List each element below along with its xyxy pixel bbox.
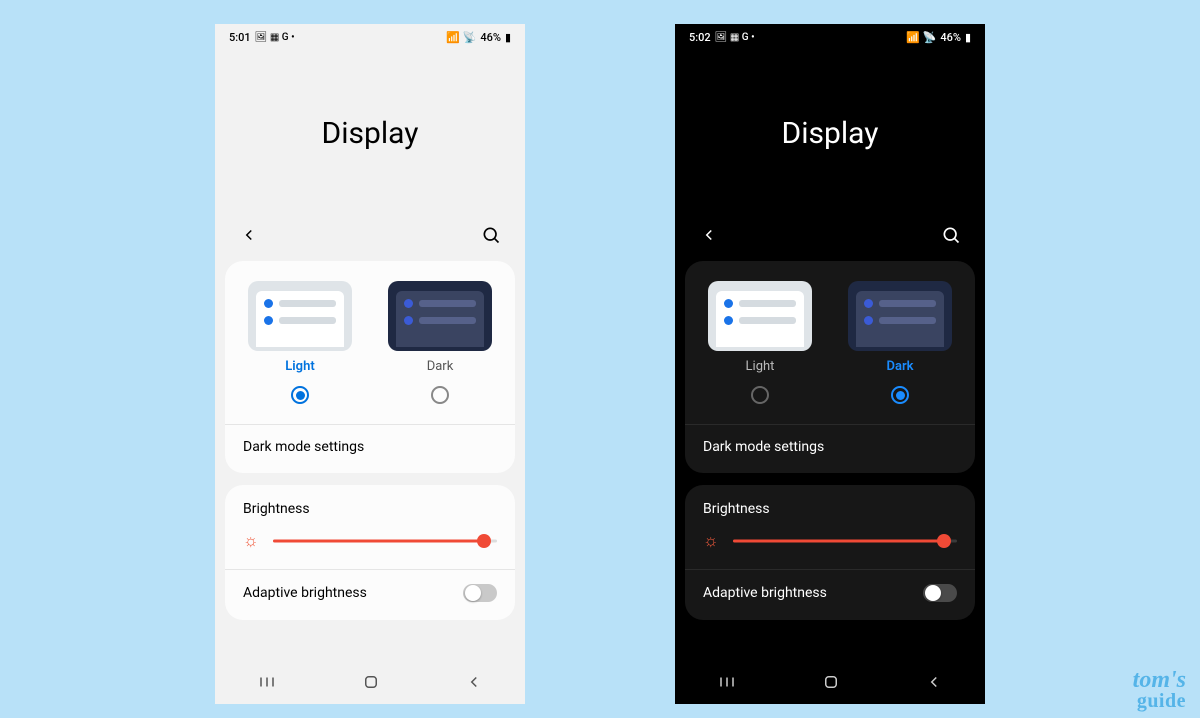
theme-option-dark[interactable]: Dark	[845, 281, 955, 404]
theme-thumb-dark	[388, 281, 492, 351]
adaptive-brightness-toggle[interactable]	[463, 584, 497, 602]
brightness-slider[interactable]	[273, 531, 497, 551]
status-bar: 5:02 🖼 ▦ G • 📶 📡 46% ▮	[675, 24, 985, 46]
nav-back[interactable]	[465, 673, 483, 695]
status-right-icons: 📶 📡	[906, 31, 936, 44]
page-title: Display	[322, 116, 419, 151]
dark-mode-settings-link[interactable]: Dark mode settings	[701, 425, 959, 457]
theme-label: Light	[746, 359, 775, 374]
theme-label: Light	[285, 359, 314, 374]
brightness-fill	[733, 540, 944, 543]
radio-dark[interactable]	[431, 386, 449, 404]
status-battery: 46%	[940, 31, 961, 44]
search-icon	[481, 225, 501, 245]
appbar	[675, 221, 985, 261]
home-icon	[822, 673, 840, 691]
brightness-label: Brightness	[701, 501, 959, 531]
brightness-card: Brightness ☼ Adaptive brightness	[685, 485, 975, 620]
recents-icon	[717, 673, 737, 691]
theme-card: Light Dark Dark mode settings	[225, 261, 515, 473]
search-button[interactable]	[939, 223, 963, 247]
sun-icon: ☼	[243, 533, 259, 550]
battery-icon: ▮	[505, 31, 511, 44]
back-icon	[465, 673, 483, 691]
nav-back[interactable]	[925, 673, 943, 695]
search-button[interactable]	[479, 223, 503, 247]
radio-dark[interactable]	[891, 386, 909, 404]
dark-mode-settings-link[interactable]: Dark mode settings	[241, 425, 499, 457]
theme-thumb-dark	[848, 281, 952, 351]
status-time: 5:01	[229, 31, 251, 44]
sun-icon: ☼	[703, 533, 719, 550]
watermark: tom's guide	[1133, 670, 1186, 710]
status-left-icons: 🖼 ▦ G •	[255, 32, 295, 43]
nav-home[interactable]	[822, 673, 840, 695]
hero: Display	[215, 46, 525, 221]
hero: Display	[675, 46, 985, 221]
page-title: Display	[782, 116, 879, 151]
theme-thumb-light	[248, 281, 352, 351]
theme-label: Dark	[887, 359, 914, 374]
navbar	[215, 664, 525, 704]
brightness-slider[interactable]	[733, 531, 957, 551]
status-left-icons: 🖼 ▦ G •	[715, 32, 755, 43]
chevron-left-icon	[700, 226, 718, 244]
phone-dark: 5:02 🖼 ▦ G • 📶 📡 46% ▮ Display	[675, 24, 985, 704]
recents-icon	[257, 673, 277, 691]
brightness-card: Brightness ☼ Adaptive brightness	[225, 485, 515, 620]
adaptive-brightness-label: Adaptive brightness	[703, 585, 827, 601]
radio-light[interactable]	[751, 386, 769, 404]
brightness-label: Brightness	[241, 501, 499, 531]
battery-icon: ▮	[965, 31, 971, 44]
theme-thumb-light	[708, 281, 812, 351]
back-button[interactable]	[237, 223, 261, 247]
status-time: 5:02	[689, 31, 711, 44]
nav-recents[interactable]	[257, 673, 277, 695]
appbar	[215, 221, 525, 261]
brightness-knob[interactable]	[477, 534, 491, 548]
status-right-icons: 📶 📡	[446, 31, 476, 44]
chevron-left-icon	[240, 226, 258, 244]
adaptive-brightness-label: Adaptive brightness	[243, 585, 367, 601]
status-battery: 46%	[480, 31, 501, 44]
nav-home[interactable]	[362, 673, 380, 695]
back-icon	[925, 673, 943, 691]
back-button[interactable]	[697, 223, 721, 247]
radio-light[interactable]	[291, 386, 309, 404]
theme-option-dark[interactable]: Dark	[385, 281, 495, 404]
theme-option-light[interactable]: Light	[245, 281, 355, 404]
home-icon	[362, 673, 380, 691]
status-bar: 5:01 🖼 ▦ G • 📶 📡 46% ▮	[215, 24, 525, 46]
theme-option-light[interactable]: Light	[705, 281, 815, 404]
theme-label: Dark	[427, 359, 454, 374]
phone-light: 5:01 🖼 ▦ G • 📶 📡 46% ▮ Display	[215, 24, 525, 704]
brightness-fill	[273, 540, 484, 543]
nav-recents[interactable]	[717, 673, 737, 695]
search-icon	[941, 225, 961, 245]
adaptive-brightness-toggle[interactable]	[923, 584, 957, 602]
brightness-knob[interactable]	[937, 534, 951, 548]
navbar	[675, 664, 985, 704]
theme-card: Light Dark Dark mode settings	[685, 261, 975, 473]
